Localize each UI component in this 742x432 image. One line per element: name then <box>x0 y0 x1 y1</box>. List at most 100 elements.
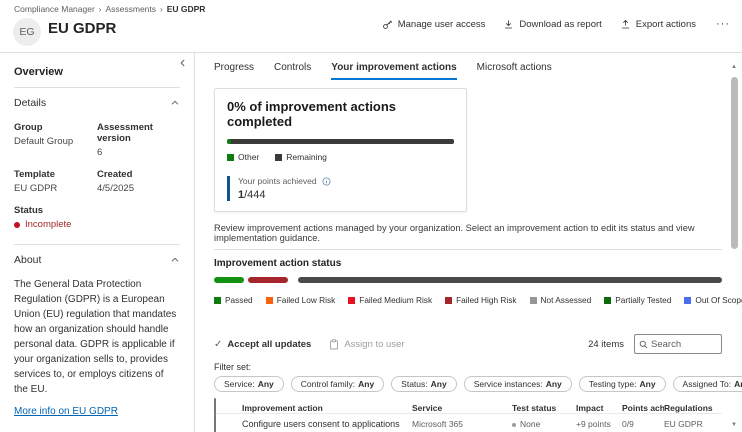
page-title: EU GDPR <box>48 20 116 37</box>
scrollbar-thumb[interactable] <box>731 77 738 249</box>
status-segment-passed <box>214 277 244 283</box>
filter-chip-control-family[interactable]: Control family: Any <box>291 376 384 392</box>
search-icon <box>639 340 648 349</box>
service-cell: Microsoft 365 <box>412 419 512 429</box>
legend-item: Remaining <box>275 152 327 162</box>
manage-user-access-button[interactable]: Manage user access <box>382 19 486 30</box>
main-content: Progress Controls Your improvement actio… <box>195 53 742 432</box>
column-header-points-achieved[interactable]: Points achiev... <box>622 403 664 413</box>
legend-item-passed: Passed <box>214 295 253 305</box>
column-header-impact[interactable]: Impact <box>576 403 622 413</box>
column-header-test-status[interactable]: Test status <box>512 403 576 413</box>
filter-chip-status[interactable]: Status: Any <box>391 376 457 392</box>
manage-user-access-label: Manage user access <box>398 19 486 30</box>
filter-chip-service-instances[interactable]: Service instances: Any <box>464 376 572 392</box>
accept-all-updates-button[interactable]: ✓ Accept all updates <box>214 339 311 350</box>
impact-cell: +9 points <box>576 419 622 429</box>
clipboard-icon <box>329 339 339 350</box>
review-instructions: Review improvement actions managed by yo… <box>214 223 722 243</box>
more-options-button[interactable]: ··· <box>714 18 732 30</box>
tab-controls[interactable]: Controls <box>274 62 311 80</box>
completion-summary-card: 0% of improvement actions completed Othe… <box>214 88 467 212</box>
table-row[interactable]: Configure users consent to applications … <box>214 414 722 432</box>
details-section-header[interactable]: Details <box>14 97 180 109</box>
page-header: Compliance Manager › Assessments › EU GD… <box>0 0 742 53</box>
chip-value: Any <box>546 379 562 389</box>
legend-swatch <box>266 297 273 304</box>
tab-microsoft-actions[interactable]: Microsoft actions <box>477 62 552 80</box>
search-box[interactable] <box>634 334 722 354</box>
download-icon <box>503 19 514 30</box>
field-label: Status <box>14 205 180 216</box>
more-info-link[interactable]: More info on EU GDPR <box>14 406 118 417</box>
completion-legend: Other Remaining <box>227 152 454 162</box>
breadcrumb-assessments[interactable]: Assessments <box>105 4 156 14</box>
field-value: 6 <box>97 147 180 158</box>
about-section-header[interactable]: About <box>14 254 180 266</box>
about-text: The General Data Protection Regulation (… <box>14 277 180 397</box>
about-title: About <box>14 254 41 266</box>
key-icon <box>382 19 393 30</box>
chip-label: Testing type: <box>589 379 637 389</box>
legend-swatch <box>684 297 691 304</box>
breadcrumb: Compliance Manager › Assessments › EU GD… <box>14 4 205 14</box>
download-as-report-button[interactable]: Download as report <box>503 19 601 30</box>
scroll-up-arrow[interactable]: ▲ <box>731 64 737 70</box>
export-actions-label: Export actions <box>636 19 696 30</box>
chevron-up-icon <box>170 255 180 265</box>
tab-progress[interactable]: Progress <box>214 62 254 80</box>
chip-label: Control family: <box>301 379 355 389</box>
avatar: EG <box>13 18 41 46</box>
filter-set-label: Filter set: <box>214 362 742 372</box>
compliance-manager-app: Compliance Manager › Assessments › EU GD… <box>0 0 742 432</box>
legend-label: Failed Medium Risk <box>359 295 432 305</box>
points-denominator: /444 <box>244 189 265 201</box>
info-icon[interactable] <box>322 177 331 186</box>
sidebar-item-overview[interactable]: Overview <box>14 66 180 78</box>
collapse-sidebar-button[interactable] <box>178 58 188 68</box>
status-segment-remaining <box>298 277 722 283</box>
sidebar: Overview Details Group Default Group Ass… <box>0 53 195 432</box>
completion-title: 0% of improvement actions completed <box>227 99 454 129</box>
points-achieved-value: 1/444 <box>238 189 454 201</box>
improvement-action-link[interactable]: Configure users consent to applications <box>242 419 400 429</box>
legend-swatch <box>348 297 355 304</box>
field-label: Template <box>14 169 97 180</box>
row-checkbox[interactable] <box>214 414 216 432</box>
legend-item-not-assessed: Not Assessed <box>530 295 592 305</box>
legend-label: Remaining <box>286 152 327 162</box>
filter-chip-testing-type[interactable]: Testing type: Any <box>579 376 666 392</box>
legend-label: Not Assessed <box>541 295 592 305</box>
breadcrumb-current: EU GDPR <box>167 4 206 14</box>
filter-chip-service[interactable]: Service: Any <box>214 376 284 392</box>
field-value: Default Group <box>14 136 97 147</box>
table-header-row: Improvement action Service Test status I… <box>214 399 722 414</box>
field-label: Created <box>97 169 180 180</box>
column-header-regulations[interactable]: Regulations <box>664 403 722 413</box>
details-title: Details <box>14 97 46 109</box>
detail-field-template: Template EU GDPR <box>14 169 97 194</box>
search-input[interactable] <box>651 339 715 350</box>
points-achieved-label: Your points achieved <box>238 176 317 186</box>
column-header-service[interactable]: Service <box>412 403 512 413</box>
column-header-improvement-action[interactable]: Improvement action <box>242 403 412 413</box>
breadcrumb-compliance-manager[interactable]: Compliance Manager <box>14 4 95 14</box>
scroll-down-arrow[interactable]: ▼ <box>731 422 737 428</box>
download-as-report-label: Download as report <box>519 19 601 30</box>
tab-bar: Progress Controls Your improvement actio… <box>214 62 742 80</box>
field-label: Assessment version <box>97 122 180 144</box>
legend-label: Other <box>238 152 259 162</box>
legend-swatch <box>445 297 452 304</box>
improvement-actions-table: Improvement action Service Test status I… <box>214 399 722 432</box>
legend-swatch <box>214 297 221 304</box>
status-badge: Incomplete <box>25 219 71 230</box>
legend-item-failed-high-risk: Failed High Risk <box>445 295 516 305</box>
breadcrumb-separator: › <box>99 5 102 14</box>
export-actions-button[interactable]: Export actions <box>620 19 696 30</box>
assign-to-user-button[interactable]: Assign to user <box>329 339 404 350</box>
chip-value: Any <box>639 379 655 389</box>
vertical-scrollbar: ▲ ▼ <box>730 62 740 430</box>
legend-item: Other <box>227 152 259 162</box>
legend-item-partially-tested: Partially Tested <box>604 295 671 305</box>
tab-your-improvement-actions[interactable]: Your improvement actions <box>331 62 456 80</box>
